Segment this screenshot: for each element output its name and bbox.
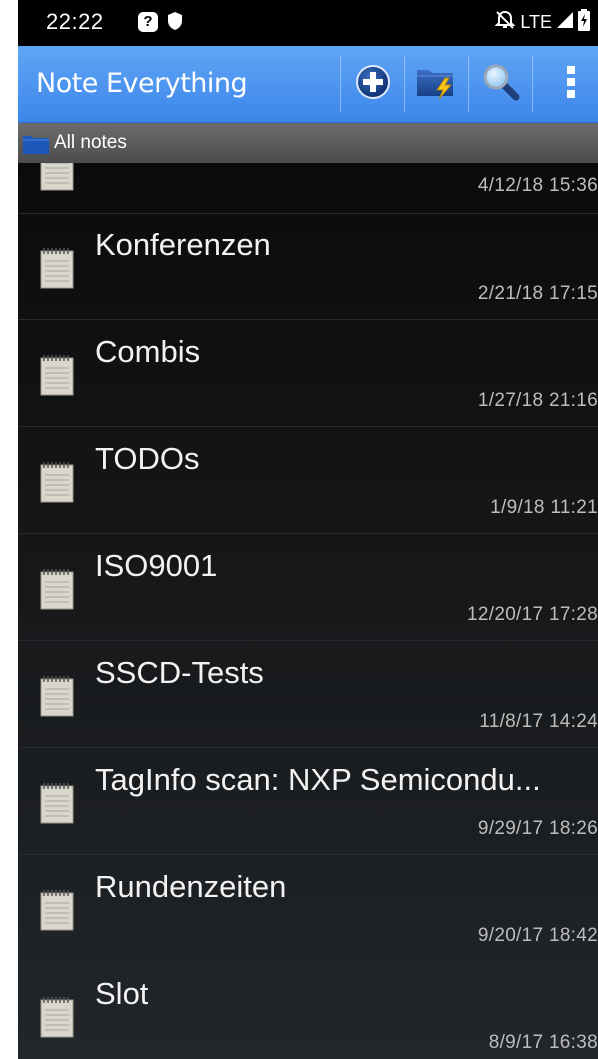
network-type: LTE [520,12,552,32]
note-date: 9/20/17 18:42 [477,925,598,946]
status-time: 22:22 [46,9,104,34]
signal-icon [556,11,574,34]
note-icon [40,568,74,610]
note-date: 1/27/18 21:16 [477,390,598,411]
note-icon [40,354,74,396]
note-title: Slot [95,976,149,1011]
search-icon [481,62,521,106]
action-bar: Note Everything [18,46,598,123]
action-separator [468,56,469,112]
note-title: Combis [95,334,201,369]
note-row[interactable]: Rundenzeiten 9/20/17 18:42 [18,855,598,962]
folder-lightning-icon [415,64,459,104]
note-date: 8/9/17 16:38 [488,1032,598,1053]
note-date: 1/9/18 11:21 [490,497,598,518]
status-bar: 22:22 ? LTE [18,0,598,46]
note-icon [40,163,74,191]
note-row[interactable]: SSCD-Tests 11/8/17 14:24 [18,641,598,748]
action-separator [404,56,405,112]
add-note-button[interactable] [342,46,404,122]
note-icon [40,889,74,931]
status-right-group: LTE [494,9,590,36]
search-button[interactable] [470,46,532,122]
battery-charging-icon [578,9,590,36]
note-row[interactable]: Konferenzen 2/21/18 17:15 [18,213,598,320]
phone-screen: 22:22 ? LTE Note Everything All notes 4/… [18,0,598,1059]
note-title: SSCD-Tests [95,655,264,690]
note-row[interactable]: 4/12/18 15:36 [18,163,598,214]
note-icon [40,675,74,717]
alarm-off-icon [494,9,516,36]
note-icon [40,782,74,824]
breadcrumb-label: All notes [54,132,127,153]
note-row[interactable]: TODOs 1/9/18 11:21 [18,427,598,534]
shield-icon [167,11,183,35]
note-date: 9/29/17 18:26 [477,818,598,839]
note-title: Konferenzen [95,227,271,262]
breadcrumb[interactable]: All notes [18,123,598,163]
action-separator [532,56,533,112]
note-row[interactable]: Slot 8/9/17 16:38 [18,962,598,1059]
note-date: 2/21/18 17:15 [477,283,598,304]
note-title: ISO9001 [95,548,218,583]
overflow-menu-icon [565,62,577,106]
note-date: 12/20/17 17:28 [467,604,598,625]
note-title: TagInfo scan: NXP Semicondu... [95,762,541,797]
overflow-menu-button[interactable] [544,46,598,122]
note-row[interactable]: ISO9001 12/20/17 17:28 [18,534,598,641]
note-title: TODOs [95,441,200,476]
note-date: 11/8/17 14:24 [479,711,598,732]
note-icon [40,247,74,289]
note-icon [40,461,74,503]
note-row[interactable]: TagInfo scan: NXP Semicondu... 9/29/17 1… [18,748,598,855]
help-icon: ? [138,12,158,32]
note-icon [40,996,74,1038]
folder-icon [22,133,50,159]
note-title: Rundenzeiten [95,869,287,904]
action-separator [340,56,341,112]
add-note-icon [355,64,391,104]
folder-action-button[interactable] [406,46,468,122]
note-date: 4/12/18 15:36 [477,175,598,196]
note-row[interactable]: Combis 1/27/18 21:16 [18,320,598,427]
notes-list[interactable]: 4/12/18 15:36 Konferenzen 2/21/18 17:15 … [18,163,598,1059]
app-title: Note Everything [36,68,248,99]
